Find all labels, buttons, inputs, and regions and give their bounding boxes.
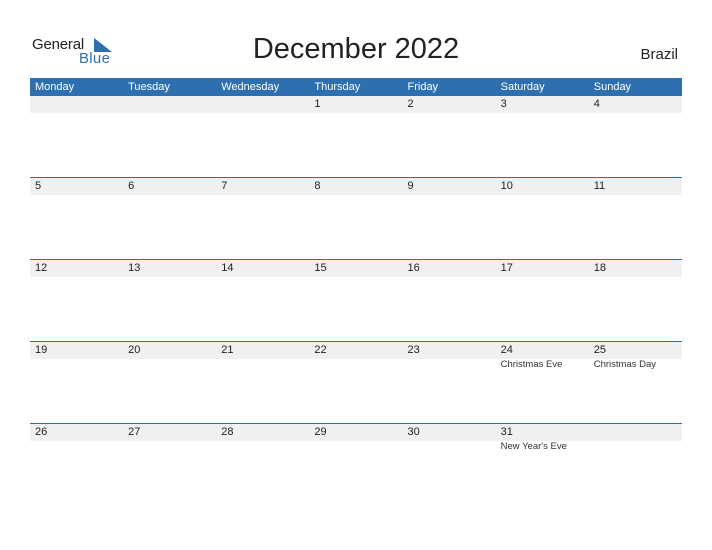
day-number: 13 <box>128 262 141 274</box>
day-cell: 19 <box>30 342 123 423</box>
day-cell: 17 <box>496 260 589 341</box>
day-number: 23 <box>407 344 420 356</box>
day-cell: 18 <box>589 260 682 341</box>
weekday-saturday: Saturday <box>500 81 545 93</box>
day-cell: 1 <box>309 96 402 177</box>
day-cell <box>589 424 682 505</box>
day-number: 27 <box>128 426 141 438</box>
day-cell: 31 New Year's Eve <box>496 424 589 505</box>
day-number: 30 <box>407 426 420 438</box>
day-number <box>594 424 682 441</box>
day-number: 14 <box>221 262 234 274</box>
day-number: 11 <box>593 180 606 192</box>
day-cell: 2 <box>403 96 496 177</box>
week-row: 19 20 21 22 23 24 Christmas Eve 25 Christmas Day <box>30 341 682 423</box>
weekday-monday: Monday <box>35 81 75 93</box>
day-cell: 12 <box>30 260 123 341</box>
day-number <box>128 96 216 113</box>
weekday-sunday: Sunday <box>593 81 632 93</box>
day-cell <box>123 96 216 177</box>
day-number: 4 <box>593 98 600 110</box>
weekday-wednesday: Wednesday <box>221 81 280 93</box>
day-cell: 8 <box>309 178 402 259</box>
day-cell <box>216 96 309 177</box>
weekday-friday: Friday <box>407 81 439 93</box>
day-cell: 5 <box>30 178 123 259</box>
day-cell: 21 <box>216 342 309 423</box>
weekday-header: Monday Tuesday Wednesday Thursday Friday… <box>30 78 682 96</box>
day-number: 21 <box>221 344 234 356</box>
day-number: 7 <box>221 180 228 192</box>
day-number: 19 <box>35 344 48 356</box>
day-number: 25 <box>593 344 606 356</box>
day-number: 26 <box>35 426 48 438</box>
day-number: 22 <box>314 344 327 356</box>
week-cells: 5 6 7 8 9 10 11 <box>30 178 682 259</box>
day-cell: 10 <box>496 178 589 259</box>
day-number: 20 <box>128 344 141 356</box>
day-number <box>35 96 123 113</box>
day-number: 6 <box>128 180 135 192</box>
day-cell: 25 Christmas Day <box>589 342 682 423</box>
day-number: 16 <box>407 262 420 274</box>
week-cells: 26 27 28 29 30 31 New Year's Eve <box>30 424 682 505</box>
day-cell <box>30 96 123 177</box>
weekday-tuesday: Tuesday <box>128 81 170 93</box>
day-cell: 16 <box>403 260 496 341</box>
day-cell: 6 <box>123 178 216 259</box>
day-number: 1 <box>314 98 321 110</box>
day-cell: 3 <box>496 96 589 177</box>
day-cell: 13 <box>123 260 216 341</box>
day-cell: 23 <box>403 342 496 423</box>
calendar-title: December 2022 <box>252 33 460 65</box>
week-cells: 19 20 21 22 23 24 Christmas Eve 25 Christmas Day <box>30 342 682 423</box>
day-number: 8 <box>314 180 321 192</box>
day-cell: 27 <box>123 424 216 505</box>
day-cell: 29 <box>309 424 402 505</box>
day-number: 5 <box>35 180 42 192</box>
holiday-label: Christmas Day <box>593 359 657 370</box>
day-number: 18 <box>593 262 606 274</box>
day-number: 15 <box>314 262 327 274</box>
day-number <box>221 96 309 113</box>
day-cell: 7 <box>216 178 309 259</box>
day-number: 9 <box>407 180 414 192</box>
weekday-thursday: Thursday <box>314 81 361 93</box>
day-number: 12 <box>35 262 48 274</box>
week-row: 1 2 3 4 <box>30 96 682 177</box>
day-cell: 9 <box>403 178 496 259</box>
day-number: 28 <box>221 426 234 438</box>
week-row: 26 27 28 29 30 31 New Year's Eve <box>30 423 682 505</box>
week-cells: 12 13 14 15 16 17 18 <box>30 260 682 341</box>
day-cell: 26 <box>30 424 123 505</box>
week-cells: 1 2 3 4 <box>30 96 682 177</box>
day-number: 2 <box>407 98 414 110</box>
day-cell: 20 <box>123 342 216 423</box>
country-label: Brazil <box>640 46 678 63</box>
day-cell: 24 Christmas Eve <box>496 342 589 423</box>
week-row: 12 13 14 15 16 17 18 <box>30 259 682 341</box>
calendar-grid: Monday Tuesday Wednesday Thursday Friday… <box>30 78 682 505</box>
day-cell: 22 <box>309 342 402 423</box>
day-number: 10 <box>500 180 513 192</box>
day-cell: 14 <box>216 260 309 341</box>
day-cell: 11 <box>589 178 682 259</box>
holiday-label: Christmas Eve <box>500 359 563 370</box>
day-cell: 30 <box>403 424 496 505</box>
holiday-label: New Year's Eve <box>500 441 567 452</box>
day-cell: 15 <box>309 260 402 341</box>
week-row: 5 6 7 8 9 10 11 <box>30 177 682 259</box>
day-number: 24 <box>500 344 513 356</box>
day-number: 17 <box>500 262 513 274</box>
day-cell: 28 <box>216 424 309 505</box>
day-number: 31 <box>500 426 513 438</box>
day-cell: 4 <box>589 96 682 177</box>
day-number: 3 <box>500 98 507 110</box>
day-number: 29 <box>314 426 327 438</box>
